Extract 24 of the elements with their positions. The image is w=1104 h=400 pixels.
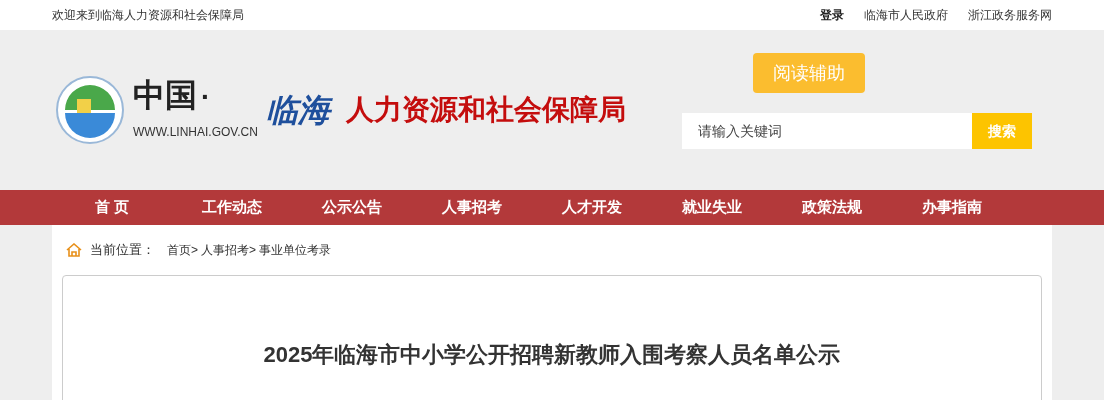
top-link[interactable]: 临海市人民政府 [864, 6, 948, 24]
top-link[interactable]: 浙江政务服务网 [968, 6, 1052, 24]
nav-item[interactable]: 公示公告 [292, 196, 412, 219]
welcome-text: 欢迎来到临海人力资源和社会保障局 [52, 7, 244, 24]
breadcrumb-link[interactable]: 人事招考> [201, 241, 257, 259]
nav-item[interactable]: 工作动态 [172, 196, 292, 219]
nav-item[interactable]: 人才开发 [532, 196, 652, 219]
home-icon [66, 243, 82, 257]
site-url: WWW.LINHAI.GOV.CN [133, 124, 258, 141]
nav-item[interactable]: 办事指南 [892, 196, 1012, 219]
department-name: 人力资源和社会保障局 [345, 93, 626, 127]
brand-text: 中国 [133, 79, 197, 111]
emblem-icon [55, 75, 125, 145]
article-title: 2025年临海市中小学公开招聘新教师入围考察人员名单公示 [263, 341, 841, 369]
breadcrumb-label: 当前位置： [90, 241, 155, 260]
nav-item[interactable]: 人事招考 [412, 196, 532, 219]
breadcrumb-link[interactable]: 首页> [167, 241, 198, 259]
nav-item[interactable]: 政策法规 [772, 196, 892, 219]
breadcrumb-link[interactable]: 事业单位考录 [259, 241, 332, 259]
brand-dot: · [201, 83, 211, 111]
nav-item[interactable]: 就业失业 [652, 196, 772, 219]
top-link[interactable]: 登录 [820, 6, 844, 24]
search-field[interactable]: 请输入关键词 [682, 113, 972, 149]
nav-item[interactable]: 首 页 [52, 196, 172, 219]
